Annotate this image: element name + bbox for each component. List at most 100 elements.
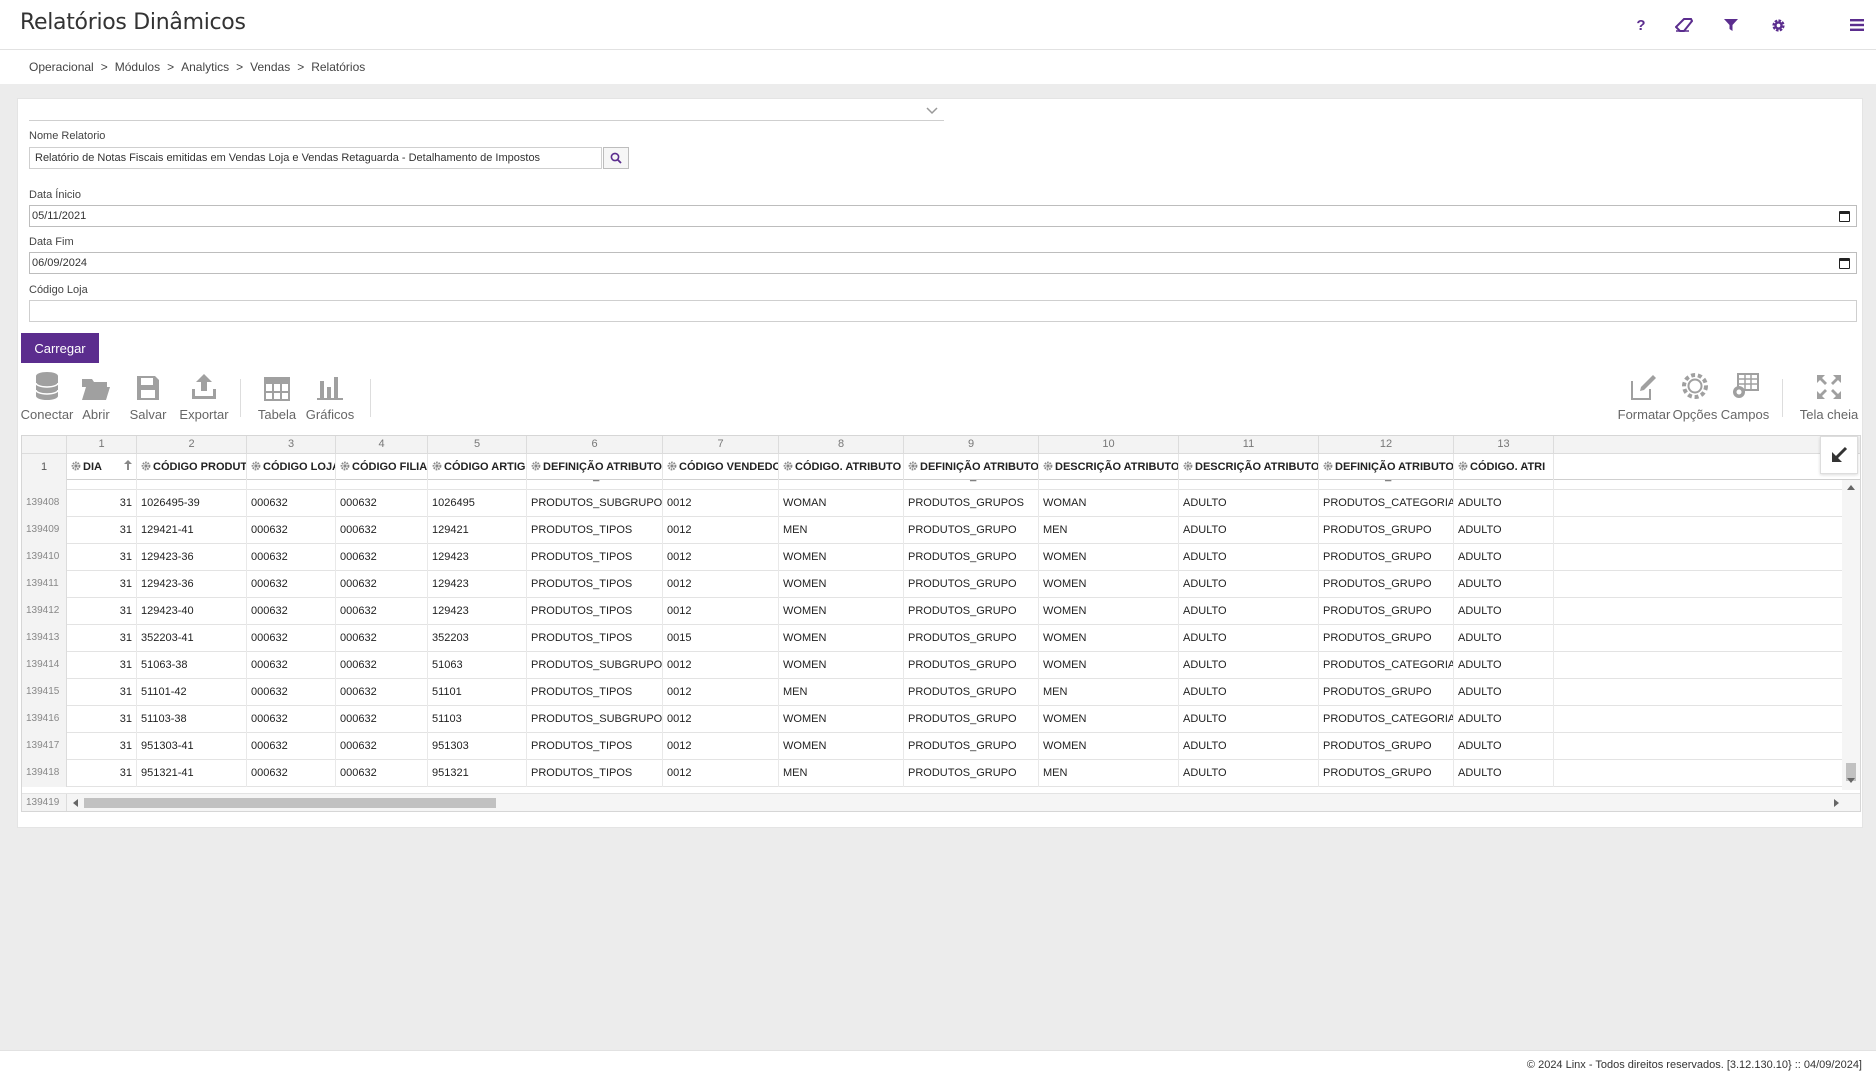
table-cell[interactable]: PRODUTOS_SUBGRUPO bbox=[527, 706, 663, 733]
table-cell[interactable]: 129423 bbox=[428, 571, 527, 598]
store-code-field[interactable] bbox=[29, 300, 1857, 322]
calendar-icon[interactable] bbox=[1839, 211, 1850, 222]
table-cell[interactable]: ADULTO bbox=[1454, 706, 1554, 733]
table-cell[interactable]: WOMEN bbox=[779, 571, 904, 598]
table-cell[interactable]: 000632 bbox=[336, 652, 428, 679]
table-cell[interactable]: MEN bbox=[1039, 517, 1179, 544]
table-cell[interactable]: 0012 bbox=[663, 490, 779, 517]
table-cell[interactable]: 000632 bbox=[336, 760, 428, 787]
table-cell[interactable]: 0012 bbox=[663, 679, 779, 706]
menu-icon[interactable] bbox=[1846, 14, 1868, 36]
table-cell[interactable]: WOMEN bbox=[1039, 706, 1179, 733]
table-cell[interactable]: 000632 bbox=[247, 490, 336, 517]
table-cell[interactable]: 0012 bbox=[663, 480, 779, 490]
table-cell[interactable]: 31 bbox=[67, 760, 137, 787]
table-cell[interactable]: PRODUTOS_TIPOS bbox=[527, 625, 663, 652]
column-header[interactable]: CÓDIGO FILIAL bbox=[336, 454, 428, 480]
table-cell[interactable]: 000632 bbox=[336, 625, 428, 652]
breadcrumb-vendas[interactable]: Vendas bbox=[250, 60, 290, 74]
table-cell[interactable]: PRODUTOS_SUBGRUPO bbox=[527, 480, 663, 490]
table-cell[interactable]: WOMEN bbox=[779, 706, 904, 733]
table-cell[interactable]: 129423-36 bbox=[137, 571, 247, 598]
gear-icon[interactable] bbox=[1767, 14, 1789, 36]
scroll-left-icon[interactable] bbox=[72, 799, 78, 807]
table-cell[interactable]: MEN bbox=[779, 679, 904, 706]
table-cell[interactable]: 0012 bbox=[663, 598, 779, 625]
table-cell[interactable]: ADULTO bbox=[1454, 760, 1554, 787]
table-cell[interactable]: 1026495 bbox=[428, 490, 527, 517]
table-cell[interactable]: 31 bbox=[67, 490, 137, 517]
table-cell[interactable]: PRODUTOS_TIPOS bbox=[527, 598, 663, 625]
table-cell[interactable]: ADULTO bbox=[1454, 517, 1554, 544]
column-settings-icon[interactable] bbox=[531, 461, 541, 471]
table-row[interactable]: 139415 31 51101-42 000632 000632 51101 PRODUTO… bbox=[22, 679, 1844, 706]
column-settings-icon[interactable] bbox=[1323, 461, 1333, 471]
eraser-icon[interactable] bbox=[1673, 14, 1695, 36]
table-row[interactable]: 139411 31 129423-36 000632 000632 129423 PRODU… bbox=[22, 571, 1844, 598]
table-cell[interactable]: WOMEN bbox=[779, 625, 904, 652]
table-cell[interactable]: PRODUTOS_GRUPO bbox=[904, 517, 1039, 544]
column-settings-icon[interactable] bbox=[432, 461, 442, 471]
table-cell[interactable]: 0012 bbox=[663, 544, 779, 571]
connect-button[interactable]: Conectar bbox=[21, 369, 73, 425]
column-settings-icon[interactable] bbox=[1183, 461, 1193, 471]
table-cell[interactable]: 000632 bbox=[247, 544, 336, 571]
horizontal-scrollbar[interactable]: 139419 bbox=[22, 793, 1860, 811]
table-cell[interactable]: 000632 bbox=[247, 760, 336, 787]
table-cell[interactable]: MEN bbox=[1039, 679, 1179, 706]
table-row[interactable]: 139418 31 951321-41 000632 000632 951321 PRODU… bbox=[22, 760, 1844, 787]
table-cell[interactable]: PRODUTOS_GRUPO bbox=[1319, 517, 1454, 544]
table-cell[interactable]: WOMEN bbox=[1039, 625, 1179, 652]
search-button[interactable] bbox=[603, 147, 629, 169]
table-cell[interactable]: 31 bbox=[67, 571, 137, 598]
start-date-field[interactable]: 05/11/2021 bbox=[29, 205, 1857, 227]
table-cell[interactable]: PRODUTOS_GRUPO bbox=[904, 706, 1039, 733]
table-cell[interactable]: 31 bbox=[67, 706, 137, 733]
table-cell[interactable]: 0012 bbox=[663, 733, 779, 760]
table-row[interactable]: 139408 31 1026495-39 000632 000632 1026495 PRO… bbox=[22, 490, 1844, 517]
table-cell[interactable]: 0012 bbox=[663, 760, 779, 787]
table-cell[interactable]: ADULTO bbox=[1454, 544, 1554, 571]
table-cell[interactable]: ADULTO bbox=[1179, 517, 1319, 544]
vertical-scrollbar[interactable] bbox=[1842, 480, 1860, 790]
table-cell[interactable]: PRODUTOS_GRUPO bbox=[904, 652, 1039, 679]
table-cell[interactable]: 0012 bbox=[663, 517, 779, 544]
column-header[interactable]: CÓDIGO. ATRI bbox=[1454, 454, 1554, 480]
table-cell[interactable]: 000632 bbox=[336, 517, 428, 544]
table-cell[interactable]: MEN bbox=[779, 760, 904, 787]
table-cell[interactable]: 51103-38 bbox=[137, 706, 247, 733]
table-cell[interactable]: PRODUTOS_CATEGORIA bbox=[1319, 652, 1454, 679]
table-cell[interactable]: 0012 bbox=[663, 706, 779, 733]
table-cell[interactable]: ADULTO bbox=[1454, 480, 1554, 490]
table-cell[interactable]: 31 bbox=[67, 733, 137, 760]
column-settings-icon[interactable] bbox=[783, 461, 793, 471]
load-button[interactable]: Carregar bbox=[21, 333, 99, 363]
table-cell[interactable]: ADULTO bbox=[1454, 652, 1554, 679]
table-cell[interactable]: PRODUTOS_TIPOS bbox=[527, 679, 663, 706]
table-cell[interactable]: ADULTO bbox=[1179, 652, 1319, 679]
table-row[interactable]: 139412 31 129423-40 000632 000632 129423 PRODU… bbox=[22, 598, 1844, 625]
table-cell[interactable]: PRODUTOS_SUBGRUPO bbox=[527, 652, 663, 679]
format-button[interactable]: Formatar bbox=[1616, 369, 1672, 425]
table-cell[interactable]: 000632 bbox=[247, 480, 336, 490]
table-cell[interactable]: 000632 bbox=[336, 598, 428, 625]
table-cell[interactable]: PRODUTOS_GRUPO bbox=[1319, 598, 1454, 625]
column-settings-icon[interactable] bbox=[1043, 461, 1053, 471]
table-cell[interactable]: 129421 bbox=[428, 517, 527, 544]
table-cell[interactable]: 51063 bbox=[428, 652, 527, 679]
table-cell[interactable]: 352203 bbox=[428, 625, 527, 652]
table-cell[interactable]: WOMAN bbox=[1039, 490, 1179, 517]
table-cell[interactable]: 0012 bbox=[663, 652, 779, 679]
options-button[interactable]: Opções bbox=[1672, 369, 1718, 425]
table-cell[interactable]: PRODUTOS_GRUPO bbox=[1319, 733, 1454, 760]
table-cell[interactable]: ADULTO bbox=[1179, 544, 1319, 571]
breadcrumb-modulos[interactable]: Módulos bbox=[115, 60, 160, 74]
table-cell[interactable]: ADULTO bbox=[1454, 571, 1554, 598]
table-cell[interactable]: 1026495-39 bbox=[137, 490, 247, 517]
table-cell[interactable]: 000632 bbox=[247, 652, 336, 679]
table-cell[interactable]: 129423-36 bbox=[137, 544, 247, 571]
table-cell[interactable]: WOMEN bbox=[1039, 571, 1179, 598]
table-cell[interactable]: PRODUTOS_GRUPOS bbox=[904, 480, 1039, 490]
table-cell[interactable]: WOMEN bbox=[779, 652, 904, 679]
table-cell[interactable]: WOMAN bbox=[779, 490, 904, 517]
